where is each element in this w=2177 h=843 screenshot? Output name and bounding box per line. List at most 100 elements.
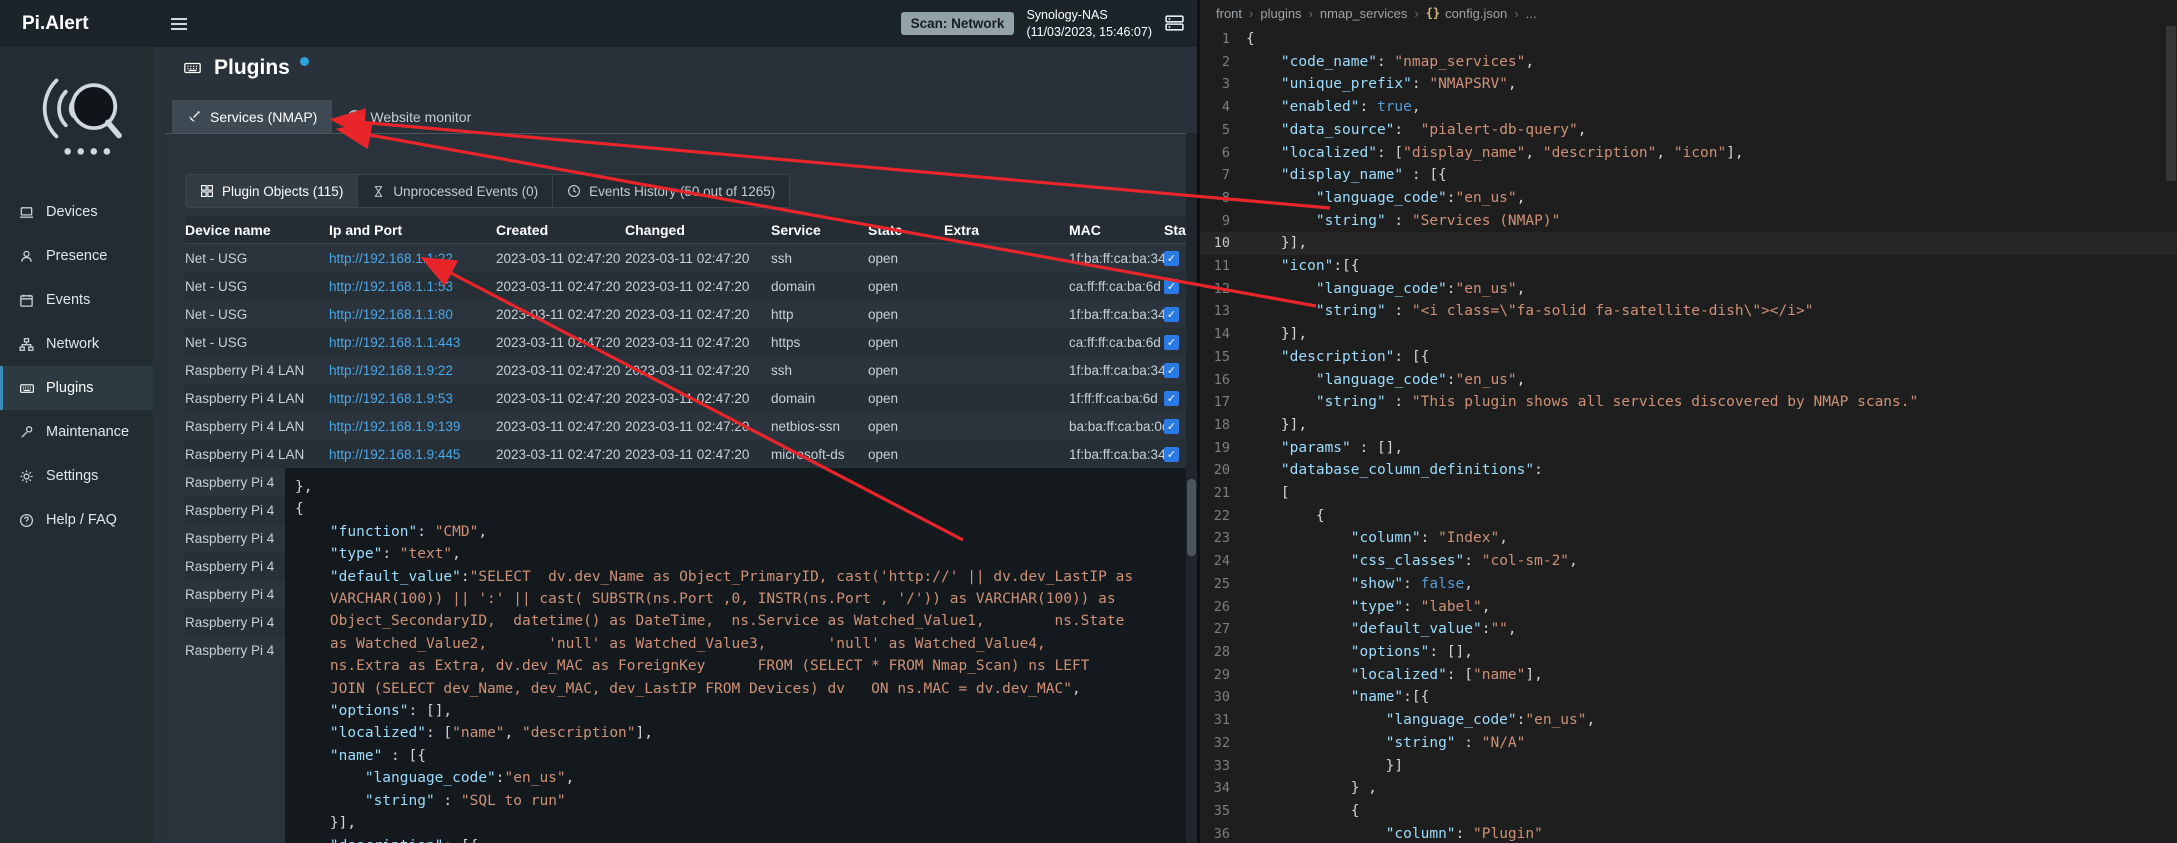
ip-port-link[interactable]: http://192.168.1.1:443 (329, 335, 496, 350)
nas-time: (11/03/2023, 15:46:07) (1026, 24, 1152, 40)
code-editor: front›plugins›nmap_services›{}config.jso… (1200, 0, 2177, 843)
status-checkbox[interactable]: ✓ (1164, 391, 1179, 406)
code-line: 30 "name":[{ (1200, 686, 2177, 709)
cell: 2023-03-11 02:47:20 (625, 391, 771, 406)
code-line: 8 "language_code":"en_us", (1200, 187, 2177, 210)
line-number: 24 (1200, 550, 1246, 573)
cell: 2023-03-11 02:47:20 (625, 251, 771, 266)
sidebar-item-plugins[interactable]: Plugins (0, 366, 153, 410)
sidebar-item-network[interactable]: Network (0, 322, 153, 366)
cell: 2023-03-11 02:47:20 (496, 251, 625, 266)
plugin-tabs: Services (NMAP)Website monitor (172, 100, 486, 133)
status-checkbox[interactable]: ✓ (1164, 251, 1179, 266)
ip-port-link[interactable]: http://192.168.1.9:139 (329, 419, 496, 434)
cell: 2023-03-11 02:47:20 (496, 391, 625, 406)
nas-icon[interactable] (1164, 13, 1185, 34)
ip-port-link[interactable]: http://192.168.1.1:22 (329, 251, 496, 266)
tab-services-nmap[interactable]: Services (NMAP) (172, 100, 332, 133)
column-header-created[interactable]: Created (496, 222, 625, 238)
table-row: Raspberry Pi 4 LANhttp://192.168.1.9:532… (185, 384, 1186, 412)
sidebar-item-events[interactable]: Events (0, 278, 153, 322)
cell: Net - USG (185, 307, 329, 322)
line-number: 35 (1200, 800, 1246, 823)
ip-port-link[interactable]: http://192.168.1.9:22 (329, 363, 496, 378)
column-header-stat[interactable]: Stat (1164, 222, 1186, 238)
column-header-service[interactable]: Service (771, 222, 868, 238)
breadcrumb-separator: › (1309, 6, 1313, 21)
cell: 2023-03-11 02:47:20 (496, 279, 625, 294)
ip-port-link[interactable]: http://192.168.1.9:53 (329, 391, 496, 406)
cell: 2023-03-11 02:47:20 (625, 363, 771, 378)
status-checkbox[interactable]: ✓ (1164, 307, 1179, 322)
breadcrumb-item[interactable]: front (1216, 6, 1242, 21)
status-checkbox[interactable]: ✓ (1164, 447, 1179, 462)
column-header-ip-and-port[interactable]: Ip and Port (329, 222, 496, 238)
sidebar-item-help-faq[interactable]: Help / FAQ (0, 498, 153, 542)
column-header-device-name[interactable]: Device name (185, 222, 329, 238)
sidebar-item-label: Help / FAQ (46, 512, 117, 528)
code-line: "options": [], (295, 700, 1186, 722)
column-header-changed[interactable]: Changed (625, 222, 771, 238)
sidebar-item-maintenance[interactable]: Maintenance (0, 410, 153, 454)
breadcrumb-item[interactable]: plugins (1260, 6, 1301, 21)
subtab-plugin-objects-115[interactable]: Plugin Objects (115) (186, 175, 358, 207)
column-header-state[interactable]: State (868, 222, 944, 238)
table-header-row: Device nameIp and PortCreatedChangedServ… (185, 216, 1186, 244)
line-number: 22 (1200, 505, 1246, 528)
keyboard-icon (18, 381, 35, 396)
ip-port-link[interactable]: http://192.168.1.1:53 (329, 279, 496, 294)
cell: 1f:ba:ff:ca:ba:34 (1069, 363, 1164, 378)
table-scrollbar[interactable] (1186, 133, 1197, 843)
line-number: 31 (1200, 709, 1246, 732)
sidebar-item-label: Events (46, 292, 90, 308)
subtab-unprocessed-events-0[interactable]: Unprocessed Events (0) (358, 175, 553, 207)
sidebar-item-settings[interactable]: Settings (0, 454, 153, 498)
hamburger-menu-icon[interactable] (171, 18, 187, 30)
code-line: 23 "column": "Index", (1200, 527, 2177, 550)
status-checkbox[interactable]: ✓ (1164, 279, 1179, 294)
status-checkbox[interactable]: ✓ (1164, 419, 1179, 434)
status-checkbox[interactable]: ✓ (1164, 335, 1179, 350)
sidebar-item-label: Plugins (46, 380, 94, 396)
column-header-mac[interactable]: MAC (1069, 222, 1164, 238)
editor-scrollbar-thumb[interactable] (2166, 26, 2176, 181)
sidebar-item-label: Devices (46, 204, 98, 220)
breadcrumb-label: plugins (1260, 6, 1301, 21)
cell: domain (771, 391, 868, 406)
breadcrumb-item[interactable]: ... (1526, 6, 1537, 21)
subtab-label: Events History (50 out of 1265) (589, 184, 775, 199)
code-line: 18 }], (1200, 414, 2177, 437)
code-line: 2 "code_name": "nmap_services", (1200, 51, 2177, 74)
breadcrumb-item[interactable]: nmap_services (1320, 6, 1407, 21)
table-scrollbar-thumb[interactable] (1187, 479, 1196, 556)
status-checkbox[interactable]: ✓ (1164, 363, 1179, 378)
line-number: 4 (1200, 96, 1246, 119)
cell: open (868, 251, 944, 266)
sidebar-item-devices[interactable]: Devices (0, 190, 153, 234)
calendar-icon (18, 293, 35, 308)
line-number: 10 (1200, 232, 1246, 255)
ip-port-link[interactable]: http://192.168.1.1:80 (329, 307, 496, 322)
sidebar-menu: Devices Presence Events Network Plugins Maint… (0, 190, 153, 542)
navbar-right: Scan: Network Synology-NAS (11/03/2023, … (901, 7, 1197, 40)
column-header-extra[interactable]: Extra (944, 222, 1069, 238)
code-line: 12 "language_code":"en_us", (1200, 278, 2177, 301)
breadcrumb-item[interactable]: {}config.json (1426, 6, 1508, 21)
page-title-text: Plugins (214, 56, 290, 80)
code-line: 7 "display_name" : [{ (1200, 164, 2177, 187)
cell-status: ✓ (1164, 419, 1186, 434)
ip-port-link[interactable]: http://192.168.1.9:445 (329, 447, 496, 462)
sidebar-item-presence[interactable]: Presence (0, 234, 153, 278)
tab-website-monitor[interactable]: Website monitor (332, 100, 486, 133)
code-line: 1{ (1200, 28, 2177, 51)
line-number: 28 (1200, 641, 1246, 664)
code-line: 32 "string" : "N/A" (1200, 732, 2177, 755)
sidebar: Pi.Alert DevicesPresenceEventsNetworkPlu… (0, 0, 153, 843)
line-number: 5 (1200, 119, 1246, 142)
line-number: 30 (1200, 686, 1246, 709)
cell-status: ✓ (1164, 251, 1186, 266)
subtab-events-history-50-out-of-1265[interactable]: Events History (50 out of 1265) (553, 175, 789, 207)
page-title: Plugins (181, 56, 309, 80)
subtab-label: Plugin Objects (115) (222, 184, 343, 199)
line-number: 11 (1200, 255, 1246, 278)
